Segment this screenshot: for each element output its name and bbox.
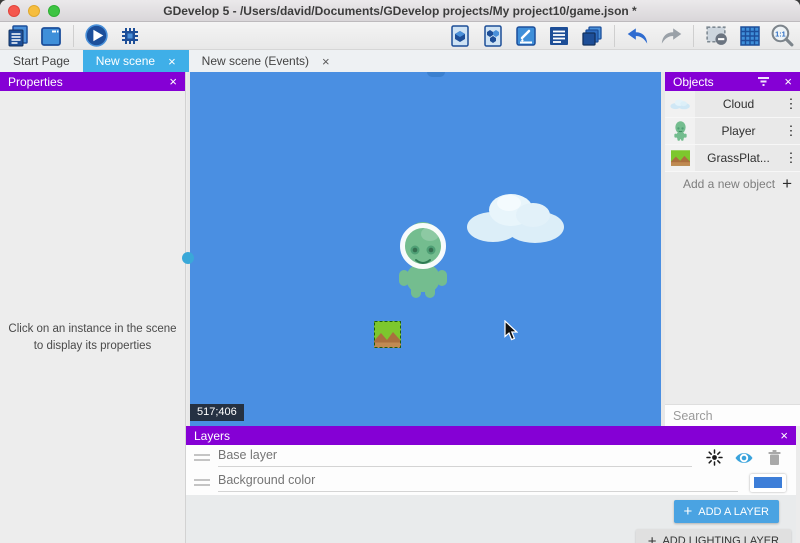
objects-panel: Objects × Cloud ⋮ Player ⋮ GrassPlat... <box>665 72 800 426</box>
object-name: Player <box>695 124 782 138</box>
redo-icon[interactable] <box>657 23 684 49</box>
traffic-lights <box>8 5 60 17</box>
add-lighting-layer-button[interactable]: + ADD LIGHTING LAYER <box>636 529 791 543</box>
tab-bar: Start Page New scene × New scene (Events… <box>0 50 800 72</box>
toolbar-separator <box>614 25 615 47</box>
objects-panel-title: Objects <box>673 75 757 89</box>
background-color-swatch[interactable] <box>750 474 786 492</box>
layer-name-field[interactable]: Base layer <box>218 448 692 467</box>
toolbar-separator <box>693 25 694 47</box>
tab-new-scene-events[interactable]: New scene (Events) × <box>189 50 343 72</box>
minimize-window-button[interactable] <box>28 5 40 17</box>
layer-row-background-color[interactable]: Background color <box>186 470 796 495</box>
drag-handle-icon[interactable] <box>194 479 210 486</box>
toggle-mask-icon[interactable] <box>703 23 730 49</box>
player-thumbnail-icon <box>665 118 695 144</box>
debug-icon[interactable] <box>116 23 143 49</box>
object-row-grassplatform[interactable]: GrassPlat... ⋮ <box>665 145 800 172</box>
gdevelop-window: GDevelop 5 - /Users/david/Documents/GDev… <box>0 0 800 543</box>
tab-new-scene[interactable]: New scene × <box>83 50 189 72</box>
filter-icon[interactable] <box>757 76 770 87</box>
layer-row-base[interactable]: Base layer <box>186 445 796 470</box>
layers-panel: Layers × Base layer Background color <box>186 426 796 543</box>
object-menu-icon[interactable]: ⋮ <box>782 150 800 166</box>
start-page-icon[interactable] <box>37 23 64 49</box>
tab-label: New scene (Events) <box>202 54 309 68</box>
plus-icon: + <box>648 533 657 543</box>
add-object-label: Add a new object <box>683 177 782 191</box>
instances-list-icon[interactable] <box>545 23 572 49</box>
tab-label: Start Page <box>13 54 70 68</box>
layer-visibility-eye-icon[interactable] <box>734 448 754 468</box>
toolbar-left-group <box>4 23 143 49</box>
object-groups-editor-icon[interactable] <box>479 23 506 49</box>
project-manager-icon[interactable] <box>4 23 31 49</box>
close-icon[interactable]: × <box>169 75 177 88</box>
properties-panel: Properties × Click on an instance in the… <box>0 72 186 543</box>
properties-panel-title: Properties <box>8 75 169 89</box>
scene-canvas[interactable]: 517;406 <box>190 72 661 426</box>
add-layer-button[interactable]: + ADD A LAYER <box>674 500 779 523</box>
layers-panel-title: Layers <box>194 429 780 443</box>
object-name: Cloud <box>695 97 782 111</box>
cloud-instance[interactable] <box>465 189 565 244</box>
preview-play-icon[interactable] <box>83 23 110 49</box>
add-lighting-layer-label: ADD LIGHTING LAYER <box>662 535 779 543</box>
properties-empty-message: Click on an instance in the scene to dis… <box>0 321 185 356</box>
mouse-cursor <box>503 320 518 341</box>
object-name: GrassPlat... <box>695 151 782 165</box>
svg-text:1:1: 1:1 <box>775 29 786 38</box>
splitter-drag-dot[interactable] <box>182 252 194 264</box>
zoom-original-icon[interactable]: 1:1 <box>769 23 796 49</box>
layer-effects-icon[interactable] <box>704 448 724 468</box>
plus-icon: + <box>782 174 792 194</box>
main-toolbar: 1:1 <box>0 22 800 50</box>
object-menu-icon[interactable]: ⋮ <box>782 96 800 112</box>
grass-thumbnail-icon <box>665 145 695 171</box>
window-title: GDevelop 5 - /Users/david/Documents/GDev… <box>0 4 800 18</box>
undo-icon[interactable] <box>624 23 651 49</box>
properties-panel-header: Properties × <box>0 72 185 91</box>
object-search-bar <box>665 404 800 426</box>
plus-icon: + <box>684 503 693 520</box>
scene-properties-icon[interactable] <box>512 23 539 49</box>
close-icon[interactable]: × <box>784 75 792 88</box>
cloud-thumbnail-icon <box>665 91 695 117</box>
toolbar-right-group: 1:1 <box>446 23 796 49</box>
objects-panel-header: Objects × <box>665 72 800 91</box>
grass-platform-instance[interactable] <box>374 321 401 348</box>
close-icon[interactable]: × <box>780 429 788 442</box>
add-object-button[interactable]: Add a new object + <box>665 172 800 196</box>
close-tab-icon[interactable]: × <box>322 55 330 68</box>
layers-panel-header: Layers × <box>186 426 796 445</box>
layer-delete-trash-icon[interactable] <box>764 448 784 468</box>
tab-start-page[interactable]: Start Page <box>0 50 83 72</box>
object-menu-icon[interactable]: ⋮ <box>782 123 800 139</box>
toolbar-separator <box>73 25 74 47</box>
object-row-player[interactable]: Player ⋮ <box>665 118 800 145</box>
tab-label: New scene <box>96 54 155 68</box>
fullscreen-window-button[interactable] <box>48 5 60 17</box>
titlebar: GDevelop 5 - /Users/david/Documents/GDev… <box>0 0 800 22</box>
search-input[interactable] <box>665 409 800 423</box>
layer-name-field[interactable]: Background color <box>218 473 738 492</box>
close-tab-icon[interactable]: × <box>168 55 176 68</box>
add-layer-label: ADD A LAYER <box>698 506 769 518</box>
toggle-grid-icon[interactable] <box>736 23 763 49</box>
close-window-button[interactable] <box>8 5 20 17</box>
objects-editor-icon[interactable] <box>446 23 473 49</box>
layers-editor-icon[interactable] <box>578 23 605 49</box>
object-row-cloud[interactable]: Cloud ⋮ <box>665 91 800 118</box>
selection-ring[interactable] <box>400 223 446 269</box>
drag-handle-icon[interactable] <box>194 454 210 461</box>
splitter-handle[interactable] <box>427 72 445 77</box>
cursor-coordinates-badge: 517;406 <box>190 404 244 421</box>
